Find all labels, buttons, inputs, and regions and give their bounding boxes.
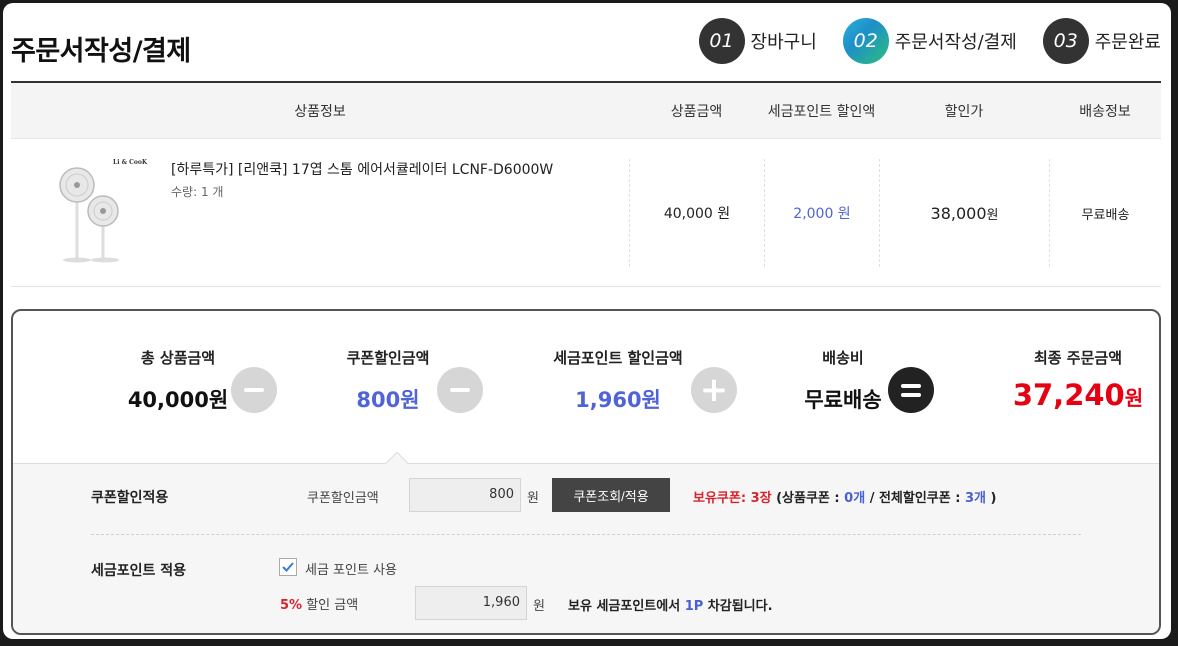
coupon-detail-close: ): [986, 491, 997, 506]
header-shipping: 배송정보: [1079, 104, 1131, 120]
coupon-detail-open: (상품쿠폰 :: [776, 491, 845, 506]
point-note-pre: 보유 세금포인트에서: [568, 599, 685, 614]
product-name[interactable]: [하루특가] [리앤쿡] 17엽 스톰 에어서큘레이터 LCNF-D6000W: [171, 159, 553, 179]
final-amount: 37,240: [1012, 378, 1125, 412]
summary-points-label: 세금포인트 할인금액: [553, 349, 683, 367]
final-unit: 원: [1124, 386, 1144, 410]
cell-point-discount: 2,000 원: [764, 159, 879, 267]
coupon-section-title: 쿠폰할인적용: [91, 490, 169, 506]
coupon-apply-button[interactable]: 쿠폰조회/적용: [552, 478, 670, 512]
step-label: 장바구니: [750, 32, 817, 53]
header-price: 상품금액: [670, 104, 723, 120]
summary-shipping-label: 배송비: [822, 349, 864, 367]
step-number: 01: [698, 18, 745, 64]
point-amount-field[interactable]: 1,960: [415, 586, 527, 620]
cell-shipping: 무료배송: [1049, 159, 1161, 267]
point-rate-label: 할인 금액: [306, 598, 359, 613]
order-page: 주문서작성/결제 01 장바구니 02 주문서작성/결제 03 주문완료 상품정…: [3, 3, 1171, 639]
plus-icon: +: [691, 367, 737, 413]
point-section-title: 세금포인트 적용: [91, 563, 187, 579]
header-product-info: 상품정보: [294, 104, 346, 120]
equals-icon: [888, 367, 934, 413]
discount-options: 쿠폰할인적용 쿠폰할인금액 800 원 쿠폰조회/적용 보유쿠폰: 3장 (상품…: [13, 451, 1159, 633]
coupon-info: 보유쿠폰: 3장 (상품쿠폰 : 0개 / 전체할인쿠폰 : 3개 ): [693, 487, 996, 506]
section-divider: [91, 534, 1081, 535]
point-note-amount: 1P: [684, 599, 704, 614]
page-title: 주문서작성/결제: [11, 36, 191, 67]
owned-coupons: 보유쿠폰: 3장: [693, 491, 772, 506]
step-label: 주문완료: [1094, 32, 1161, 53]
point-rate-row: 5% 할인 금액: [280, 594, 358, 613]
discount-price-unit: 원: [986, 207, 999, 223]
summary-final-value: 37,240원: [983, 378, 1159, 412]
point-use-label[interactable]: 세금 포인트 사용: [305, 559, 397, 578]
summary-points: 세금포인트 할인금액 1,960원: [523, 347, 713, 414]
header-discount-price: 할인가: [944, 104, 984, 120]
cell-discount-price: 38,000 원: [879, 159, 1049, 267]
summary-final: 최종 주문금액 37,240원: [983, 347, 1159, 412]
coupon-amount-field[interactable]: 800: [409, 478, 521, 512]
point-unit: 원: [533, 599, 545, 614]
step-order-form: 02 주문서작성/결제: [842, 18, 1017, 64]
coupon-detail-mid: / 전체할인쿠폰 :: [865, 491, 965, 506]
summary-totals: 총 상품금액 40,000원 쿠폰할인금액 800원 세금포인트 할인금액 1,…: [13, 311, 1159, 463]
coupon-field-label: 쿠폰할인금액: [307, 491, 379, 506]
minus-icon: [231, 367, 277, 413]
table-header: 상품정보 상품금액 세금포인트 할인액 할인가 배송정보: [11, 83, 1161, 139]
point-note-post: 차감됩니다.: [703, 599, 773, 614]
summary-coupon-label: 쿠폰할인금액: [346, 349, 430, 367]
point-note: 보유 세금포인트에서 1P 차감됩니다.: [568, 595, 773, 614]
header-point-discount: 세금포인트 할인액: [767, 104, 876, 120]
brand-logo: Li & CooK: [113, 159, 148, 166]
cell-price: 40,000 원: [629, 159, 764, 267]
table-row: Li & CooK [하루특가] [리앤쿡] 17엽 스톰 에어서큘레이터 LC…: [11, 139, 1161, 287]
coupon-unit: 원: [527, 491, 539, 506]
product-coupon-count: 0개: [844, 491, 866, 506]
payment-summary: 총 상품금액 40,000원 쿠폰할인금액 800원 세금포인트 할인금액 1,…: [11, 309, 1161, 635]
order-steps: 01 장바구니 02 주문서작성/결제 03 주문완료: [673, 17, 1161, 65]
minus-icon: [437, 367, 483, 413]
step-number: 02: [842, 18, 889, 64]
total-coupon-count: 3개: [964, 491, 986, 506]
step-label: 주문서작성/결제: [894, 32, 1017, 53]
step-complete: 03 주문완료: [1042, 18, 1161, 64]
step-number: 03: [1042, 18, 1089, 64]
check-icon: [282, 562, 294, 572]
summary-total-label: 총 상품금액: [140, 349, 216, 367]
point-rate: 5%: [280, 598, 303, 613]
product-qty: 수량: 1 개: [171, 185, 224, 199]
point-use-checkbox[interactable]: [279, 558, 297, 576]
summary-final-label: 최종 주문금액: [1033, 349, 1123, 367]
product-image[interactable]: [55, 155, 135, 267]
discount-price-value: 38,000: [930, 203, 987, 223]
summary-points-value: 1,960원: [575, 388, 661, 412]
step-cart: 01 장바구니: [698, 18, 817, 64]
